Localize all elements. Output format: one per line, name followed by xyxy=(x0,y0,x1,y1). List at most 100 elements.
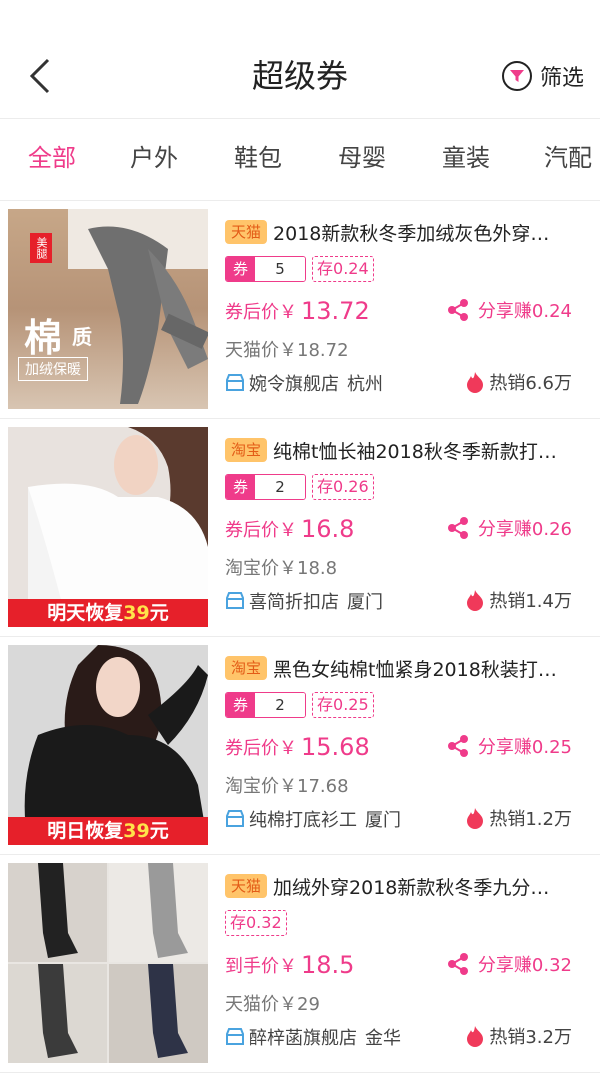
price-value: 16.8 xyxy=(301,515,355,543)
shop-city: 金华 xyxy=(365,1028,401,1049)
share-button[interactable]: 分享赚0.25 xyxy=(446,733,572,759)
image-caption: 棉 xyxy=(24,316,63,360)
price-value: 18.5 xyxy=(301,951,355,979)
coupon-value: 5 xyxy=(255,257,306,281)
share-icon xyxy=(447,517,468,539)
flame-icon xyxy=(467,1026,484,1047)
shop-name: 醉梓菡旗舰店 xyxy=(249,1028,357,1049)
product-image xyxy=(8,863,208,1063)
funnel-icon xyxy=(501,61,532,91)
coupon-badge: 券 5 xyxy=(225,256,307,282)
flame-icon xyxy=(467,372,484,393)
image-caption-2: 质 xyxy=(72,325,92,349)
flame-icon xyxy=(467,808,484,829)
top-bar: 超级券 筛选 xyxy=(0,0,600,119)
shop-icon xyxy=(226,1028,244,1045)
cun-badge: 存0.32 xyxy=(225,910,287,936)
original-price: 淘宝价￥17.68 xyxy=(225,776,349,797)
price-label: 到手价￥ xyxy=(225,956,297,977)
tab-outdoor[interactable]: 户外 xyxy=(130,140,178,176)
shop-city: 厦门 xyxy=(347,592,383,613)
original-price: 天猫价￥18.72 xyxy=(225,340,349,361)
shop-icon xyxy=(226,592,244,609)
shop-icon xyxy=(226,374,244,391)
price-label: 券后价￥ xyxy=(225,738,297,759)
shop-city: 杭州 xyxy=(347,374,383,395)
product-title: 黑色女纯棉t恤紧身2018秋装打… xyxy=(273,658,557,681)
product-title: 加绒外穿2018新款秋冬季九分… xyxy=(273,876,550,899)
tab-shoes-bags[interactable]: 鞋包 xyxy=(234,140,282,176)
original-price: 淘宝价￥18.8 xyxy=(225,558,338,579)
coupon-badge: 券 2 xyxy=(225,474,307,500)
tab-all[interactable]: 全部 xyxy=(28,140,76,176)
filter-label: 筛选 xyxy=(539,66,584,91)
price-value: 13.72 xyxy=(301,297,370,325)
sales-count: 热销6.6万 xyxy=(489,373,572,394)
promo-banner: 明天恢复39元 xyxy=(8,599,208,627)
shop-name: 婉令旗舰店 xyxy=(249,374,339,395)
product-card[interactable]: 明天恢复39元 淘宝 纯棉t恤长袖2018秋冬季新款打… 券 2 存0.26 券… xyxy=(0,419,600,637)
platform-badge: 淘宝 xyxy=(225,656,268,680)
share-label: 分享赚0.32 xyxy=(477,955,572,976)
tab-kids-clothing[interactable]: 童装 xyxy=(442,140,490,176)
banner-unit: 元 xyxy=(149,602,169,624)
share-icon xyxy=(447,735,468,757)
coupon-value: 2 xyxy=(255,693,306,717)
banner-text: 明天恢复 xyxy=(47,602,124,624)
sales-info: 热销1.4万 xyxy=(465,587,572,613)
price-value: 15.68 xyxy=(301,733,370,761)
product-image: 明日恢复39元 xyxy=(8,645,208,845)
product-title: 2018新款秋冬季加绒灰色外穿… xyxy=(273,222,550,245)
share-button[interactable]: 分享赚0.24 xyxy=(446,297,572,323)
sales-count: 热销1.2万 xyxy=(489,809,572,830)
share-button[interactable]: 分享赚0.32 xyxy=(446,951,572,977)
flame-icon xyxy=(467,590,484,611)
share-icon xyxy=(447,299,468,321)
coupon-label: 券 xyxy=(226,475,256,499)
share-icon xyxy=(447,953,468,975)
sales-info: 热销1.2万 xyxy=(465,805,572,831)
tab-mother-baby[interactable]: 母婴 xyxy=(338,140,386,176)
coupon-value: 2 xyxy=(255,475,306,499)
cun-badge: 存0.24 xyxy=(312,256,374,282)
sales-count: 热销3.2万 xyxy=(489,1027,572,1048)
category-tabs: 全部 户外 鞋包 母婴 童装 汽配 xyxy=(0,118,600,201)
image-tag: 美腿 xyxy=(30,233,52,263)
cun-badge: 存0.26 xyxy=(312,474,374,500)
product-image: 明天恢复39元 xyxy=(8,427,208,627)
share-label: 分享赚0.24 xyxy=(477,301,572,322)
filter-button[interactable]: 筛选 xyxy=(501,56,584,96)
sales-count: 热销1.4万 xyxy=(489,591,572,612)
price-label: 券后价￥ xyxy=(225,520,297,541)
banner-number: 39 xyxy=(123,820,150,842)
sales-info: 热销3.2万 xyxy=(465,1023,572,1049)
promo-banner: 明日恢复39元 xyxy=(8,817,208,845)
product-card[interactable]: 明日恢复39元 淘宝 黑色女纯棉t恤紧身2018秋装打… 券 2 存0.25 券… xyxy=(0,637,600,855)
product-card[interactable]: 棉 质 加绒保暖 美腿 天猫 2018新款秋冬季加绒灰色外穿… 券 5 存0.2… xyxy=(0,201,600,419)
banner-text: 明日恢复 xyxy=(47,820,124,842)
product-image: 棉 质 加绒保暖 美腿 xyxy=(8,209,208,409)
coupon-label: 券 xyxy=(226,693,256,717)
share-label: 分享赚0.26 xyxy=(477,519,572,540)
banner-number: 39 xyxy=(123,602,150,624)
product-title: 纯棉t恤长袖2018秋冬季新款打… xyxy=(273,440,557,463)
shop-name: 纯棉打底衫工 xyxy=(249,810,357,831)
coupon-badge: 券 2 xyxy=(225,692,307,718)
cun-badge: 存0.25 xyxy=(312,692,374,718)
share-label: 分享赚0.25 xyxy=(477,737,572,758)
coupon-label: 券 xyxy=(226,257,256,281)
platform-badge: 天猫 xyxy=(225,220,268,244)
sales-info: 热销6.6万 xyxy=(465,369,572,395)
banner-unit: 元 xyxy=(149,820,169,842)
product-card[interactable]: 天猫 加绒外穿2018新款秋冬季九分… 存0.32 到手价￥ 18.5 分享赚0… xyxy=(0,855,600,1073)
shop-name: 喜简折扣店 xyxy=(249,592,339,613)
original-price: 天猫价￥29 xyxy=(225,994,320,1015)
tab-auto-parts[interactable]: 汽配 xyxy=(544,140,592,176)
shop-city: 厦门 xyxy=(365,810,401,831)
platform-badge: 天猫 xyxy=(225,874,268,898)
price-label: 券后价￥ xyxy=(225,302,297,323)
platform-badge: 淘宝 xyxy=(225,438,268,462)
image-subcaption: 加绒保暖 xyxy=(18,357,88,381)
shop-icon xyxy=(226,810,244,827)
share-button[interactable]: 分享赚0.26 xyxy=(446,515,572,541)
